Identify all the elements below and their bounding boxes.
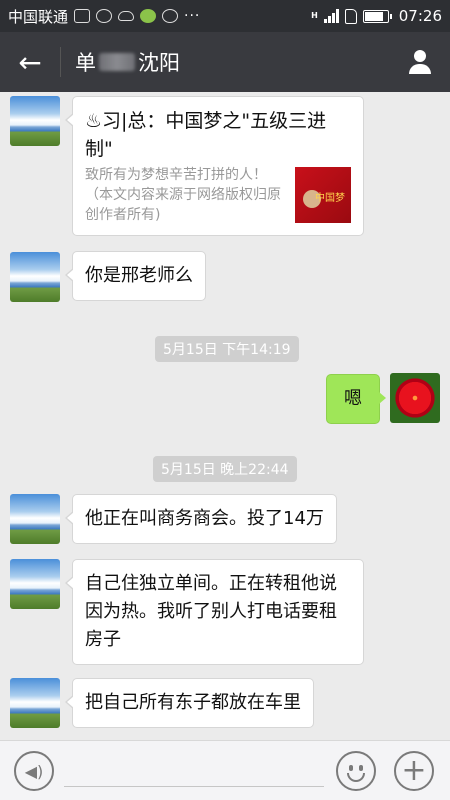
battery-icon <box>362 9 392 23</box>
back-button[interactable]: ← <box>0 32 60 92</box>
message-input[interactable] <box>64 755 324 787</box>
carrier-name: 中国联通 <box>8 7 69 26</box>
title-suffix: 沈阳 <box>138 51 180 75</box>
timestamp: 5月15日 晚上22:44 <box>153 456 297 482</box>
sim-icon <box>344 8 357 24</box>
my-avatar[interactable] <box>390 373 440 423</box>
contact-avatar[interactable] <box>10 252 60 302</box>
article-card-message[interactable]: ♨习|总：中国梦之"五级三进制" 致所有为梦想辛苦打拼的人！（本文内容来源于网络… <box>65 96 364 236</box>
contact-avatar[interactable] <box>10 559 60 609</box>
message-bubble[interactable]: 他正在叫商务商会。投了14万 <box>65 494 337 544</box>
smiley-icon-eye <box>349 765 353 771</box>
smiley-icon <box>347 773 365 782</box>
plus-icon: + <box>401 753 427 788</box>
title-prefix: 单 <box>75 51 96 75</box>
cloud-icon <box>118 11 135 21</box>
contact-avatar[interactable] <box>10 96 60 146</box>
article-thumbnail: 中国梦 <box>295 167 351 223</box>
status-bar: 中国联通 ··· H 07:26 <box>0 0 450 32</box>
more-icon: ··· <box>184 8 201 24</box>
more-actions-button[interactable]: + <box>394 751 434 791</box>
voice-button[interactable]: ◀) <box>14 751 54 791</box>
clock: 07:26 <box>398 7 442 25</box>
header-divider <box>60 47 61 77</box>
contact-avatar[interactable] <box>10 678 60 728</box>
article-description: 致所有为梦想辛苦打拼的人！（本文内容来源于网络版权归原创作者所有) <box>85 167 281 223</box>
chat-info-button[interactable] <box>400 42 440 82</box>
message-bubble[interactable]: 你是邢老师么 <box>65 251 206 301</box>
image-icon <box>74 9 91 23</box>
chat-header: ← 单 沈阳 <box>0 32 450 92</box>
person-icon <box>414 50 426 62</box>
signal-icon <box>323 9 339 23</box>
timestamp: 5月15日 下午14:19 <box>155 336 299 362</box>
robot-icon <box>96 9 113 23</box>
input-bar: ◀) + <box>0 740 450 800</box>
sent-message-bubble[interactable]: 嗯 <box>326 374 386 424</box>
globe-icon <box>140 9 157 23</box>
contact-avatar[interactable] <box>10 494 60 544</box>
emoji-button[interactable] <box>336 751 376 791</box>
network-type: H <box>311 11 318 20</box>
message-bubble[interactable]: 自己住独立单间。正在转租他说因为热。我听了别人打电话要租房子 <box>65 559 364 665</box>
message-bubble[interactable]: 把自己所有东子都放在车里 <box>65 678 314 728</box>
smiley-icon-eye <box>359 765 363 771</box>
message-list[interactable]: ♨习|总：中国梦之"五级三进制" 致所有为梦想辛苦打拼的人！（本文内容来源于网络… <box>0 92 450 740</box>
chat-title: 单 沈阳 <box>75 47 180 77</box>
voice-icon: ◀) <box>24 761 44 781</box>
redacted-name <box>99 53 135 71</box>
article-title: ♨习|总：中国梦之"五级三进制" <box>85 110 327 160</box>
thumbnail-text: 中国梦 <box>315 193 345 204</box>
compass-icon <box>162 9 179 23</box>
arrow-left-icon: ← <box>18 45 42 79</box>
person-icon-body <box>409 64 431 74</box>
battery-fill <box>364 11 384 21</box>
